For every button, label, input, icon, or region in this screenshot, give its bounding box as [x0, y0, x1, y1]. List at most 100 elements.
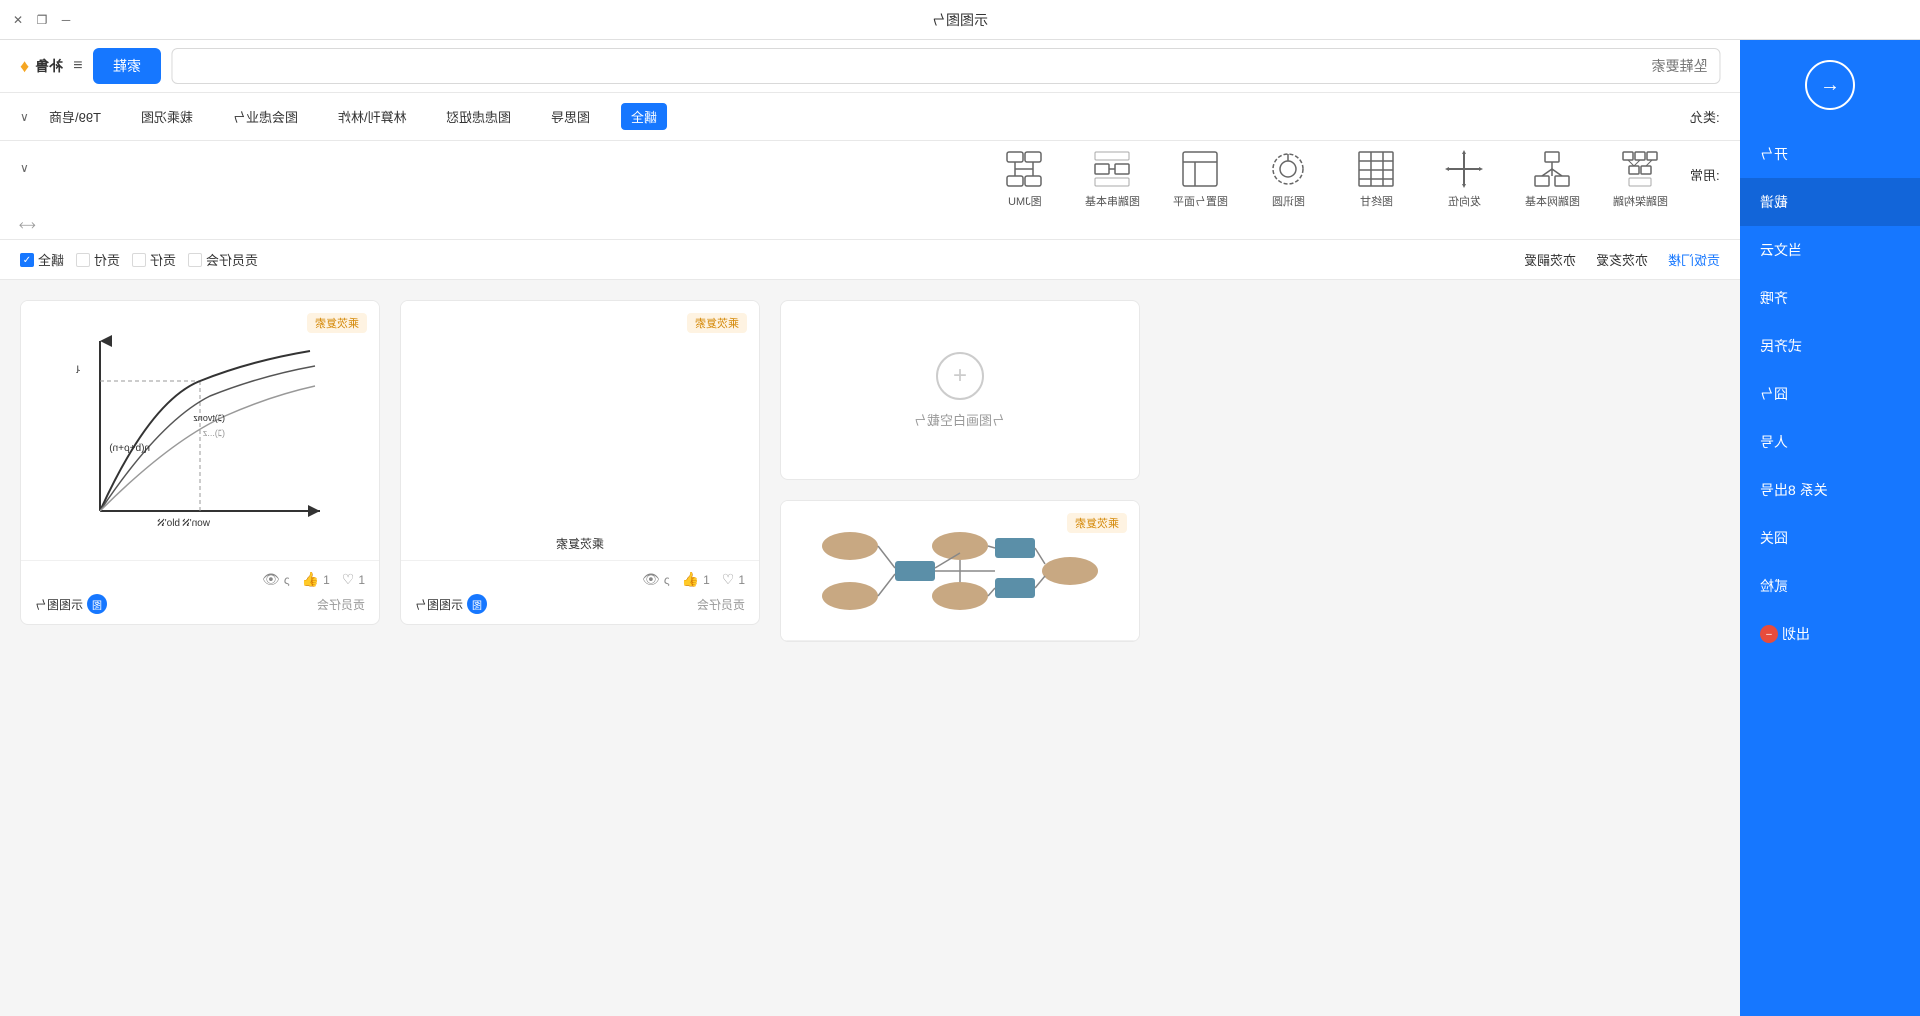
window-title: 示图图ㄣ	[932, 10, 988, 30]
filter-flowchart[interactable]: 栽乘况图	[131, 103, 203, 130]
doc-icon[interactable]: ≡	[73, 57, 82, 75]
card-2-preview: 乘茨复索 Y	[401, 301, 759, 561]
common-label: :用常	[1690, 165, 1720, 184]
svg-text:(ℷ)tvonz: (ℷ)tvonz	[193, 413, 225, 423]
check-free[interactable]: 贡付	[76, 250, 120, 269]
card-2[interactable]: 乘茨复索 Y	[400, 300, 760, 625]
empty-card-label: ㄣ图画白空截ㄣ	[914, 410, 1005, 429]
expand-types-icon[interactable]: ∨	[20, 161, 29, 175]
checkbox-all[interactable]: ✓	[20, 253, 34, 267]
type-direction[interactable]: 发向伍	[1424, 149, 1504, 209]
sidebar-item-cloud[interactable]: 当文云	[1740, 226, 1920, 274]
card-1-brand: 图 示图图ㄣ	[35, 594, 107, 614]
checkbox-vip[interactable]	[132, 253, 146, 267]
filter-industry[interactable]: 图会虑业ㄣ	[223, 103, 308, 130]
type-circle[interactable]: 图讯圆	[1248, 149, 1328, 209]
type-layout[interactable]: 图置ㄣ面平	[1160, 149, 1240, 209]
type-uml[interactable]: 图JMU	[984, 149, 1064, 209]
check-member-free[interactable]: 贡员仔会	[188, 250, 258, 269]
card-2-bottom-label: 乘茨复索	[556, 535, 604, 552]
layout-label: 图置ㄣ面平	[1173, 193, 1228, 209]
logo-icon: ♦	[20, 56, 29, 77]
filter-all[interactable]: 龋全	[621, 103, 667, 130]
basic-flow-icon	[1092, 149, 1132, 189]
type-table[interactable]: 图终甘	[1336, 149, 1416, 209]
struct-label: 图踹架构踹	[1613, 193, 1668, 209]
main-layout: ♦ 补鲁 ≡ 索鞋 ∨ T99\皂商 栽乘况图 图会虑业ㄣ 林算刊\林炸 图虑虑…	[0, 40, 1920, 1016]
restore-btn[interactable]: ❐	[34, 12, 50, 28]
content-area: ♦ 补鲁 ≡ 索鞋 ∨ T99\皂商 栽乘况图 图会虑业ㄣ 林算刊\林炸 图虑虑…	[0, 40, 1740, 1016]
checkbox-free[interactable]	[76, 253, 90, 267]
cards-grid: 乘茨复索	[0, 280, 1740, 1016]
filter-left: ✓ 龋全 贡付 贡仔 贡员仔会	[20, 250, 258, 269]
sidebar-item-login[interactable]: 人号	[1740, 418, 1920, 466]
filter-algorithm[interactable]: 林算刊\林炸	[328, 103, 417, 130]
right-column: + ㄣ图画白空截ㄣ 乘茨复索	[780, 300, 1140, 642]
category-filter-bar: ∨ T99\皂商 栽乘况图 图会虑业ㄣ 林算刊\林炸 图虑虑妞怼 图思导 龋全 …	[0, 93, 1740, 141]
card-2-footer: 👁 ς 👍 1 ♡ 1 图	[401, 561, 759, 624]
sort-popular[interactable]: 亦茨嗣爱	[1524, 250, 1576, 269]
sort-latest[interactable]: 亦茨亥爱	[1596, 250, 1648, 269]
svg-text:ɳ(b+ρ+n): ɳ(b+ρ+n)	[109, 443, 150, 454]
sidebar-item-template[interactable]: 式齐民	[1740, 322, 1920, 370]
sidebar-item-feedback[interactable]: 贰检	[1740, 562, 1920, 610]
sidebar-item-open[interactable]: 开ㄣ	[1740, 130, 1920, 178]
sort-recommend[interactable]: 贡饭门楼	[1668, 250, 1720, 269]
logo-text: 补鲁	[35, 56, 63, 76]
minimize-btn[interactable]: ─	[58, 12, 74, 28]
sidebar-item-recent[interactable]: 齐哦	[1740, 274, 1920, 322]
card-1-meta: 👁 ς 👍 1 ♡ 1	[35, 571, 365, 588]
sidebar-item-download[interactable]: 截谱	[1740, 178, 1920, 226]
filter-mind[interactable]: 图虑虑妞怼	[436, 103, 521, 130]
resize-icon[interactable]: ⤢	[16, 215, 38, 237]
card-2-meta: 👁 ς 👍 1 ♡ 1	[415, 571, 745, 588]
table-icon	[1356, 149, 1396, 189]
plus-icon: +	[936, 352, 984, 400]
card-2-views: 👁 ς	[642, 571, 670, 588]
brand-icon-2: 图	[467, 594, 487, 614]
card-1-tag: 乘茨复索	[307, 313, 367, 333]
card-2-vip: 贡员仔会	[697, 596, 745, 613]
uml-icon	[1004, 149, 1044, 189]
sidebar-arrow-btn[interactable]: →	[1805, 60, 1855, 110]
card-4-tag: 乘茨复索	[1067, 513, 1127, 533]
sidebar-item-favorite[interactable]: 囧ㄣ	[1740, 370, 1920, 418]
card-1-preview: 乘茨复索	[21, 301, 379, 561]
direction-icon	[1444, 149, 1484, 189]
sidebar-item-community[interactable]: 关系 8出号	[1740, 466, 1920, 514]
check-all[interactable]: ✓ 龋全	[20, 250, 64, 269]
search-input[interactable]	[171, 48, 1720, 84]
struct-icon	[1620, 149, 1660, 189]
card-2-tag: 乘茨复索	[687, 313, 747, 333]
svg-text:blo'ℵ: blo'ℵ	[157, 518, 180, 529]
check-vip[interactable]: 贡仔	[132, 250, 176, 269]
card-1-hearts: ♡ 1	[342, 571, 365, 588]
filter-t99[interactable]: T99\皂商	[39, 103, 111, 130]
close-btn[interactable]: ✕	[10, 12, 26, 28]
search-button[interactable]: 索鞋	[93, 48, 161, 84]
filter-network[interactable]: 图思导	[541, 103, 600, 130]
card-2-bottom: 图 示图图ㄣ 贡员仔会	[415, 594, 745, 614]
card-1-footer: 👁 ς 👍 1 ♡ 1 图	[21, 561, 379, 624]
uml-label: 图JMU	[1008, 193, 1042, 209]
type-struct[interactable]: 图踹架构踹	[1600, 149, 1680, 209]
sidebar-item-logout[interactable]: 出划 –	[1740, 610, 1920, 658]
card-1[interactable]: 乘茨复索	[20, 300, 380, 625]
resize-area: ⤢	[0, 217, 1740, 239]
type-icons-section: ∨	[0, 141, 1740, 240]
type-basic-flow[interactable]: 图踹串本基	[1072, 149, 1152, 209]
filter-bar2: ✓ 龋全 贡付 贡仔 贡员仔会 亦茨嗣爱 亦茨亥爱	[0, 240, 1740, 280]
type-basic-net[interactable]: 图踹网本基	[1512, 149, 1592, 209]
brand-icon-1: 图	[87, 594, 107, 614]
type-icons-row: 图JMU 图踹串本基	[39, 149, 1681, 209]
card-4[interactable]: 乘茨复索	[780, 500, 1140, 642]
top-nav: ♦ 补鲁 ≡ 索鞋	[0, 40, 1740, 93]
checkbox-member-free[interactable]	[188, 253, 202, 267]
empty-card[interactable]: + ㄣ图画白空截ㄣ	[780, 300, 1140, 480]
sidebar-item-share[interactable]: 囧关	[1740, 514, 1920, 562]
expand-categories-icon[interactable]: ∨	[20, 110, 29, 124]
titlebar: ✕ ❐ ─ 示图图ㄣ	[0, 0, 1920, 40]
card-2-hearts: ♡ 1	[722, 571, 745, 588]
basic-net-label: 图踹网本基	[1525, 193, 1580, 209]
card-2-likes: 👍 1	[682, 571, 710, 588]
